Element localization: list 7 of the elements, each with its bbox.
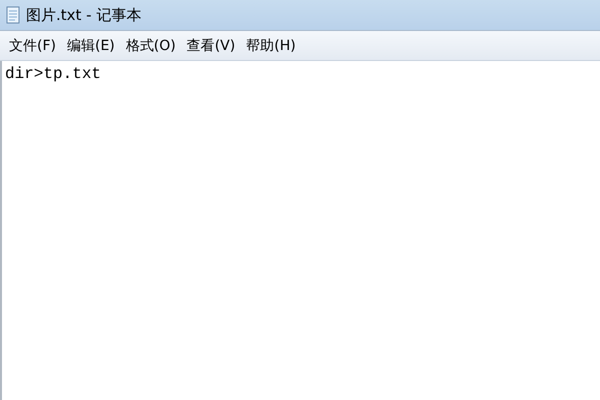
notepad-icon — [6, 6, 20, 24]
menu-item[interactable]: 格式(O) — [120, 36, 182, 54]
window-title: 图片.txt - 记事本 — [26, 6, 142, 24]
menu-item[interactable]: 编辑(E) — [62, 36, 121, 54]
menu-item[interactable]: 查看(V) — [182, 36, 242, 54]
menu-item[interactable]: 帮助(H) — [241, 36, 302, 54]
menu-item[interactable]: 文件(F) — [4, 36, 62, 54]
